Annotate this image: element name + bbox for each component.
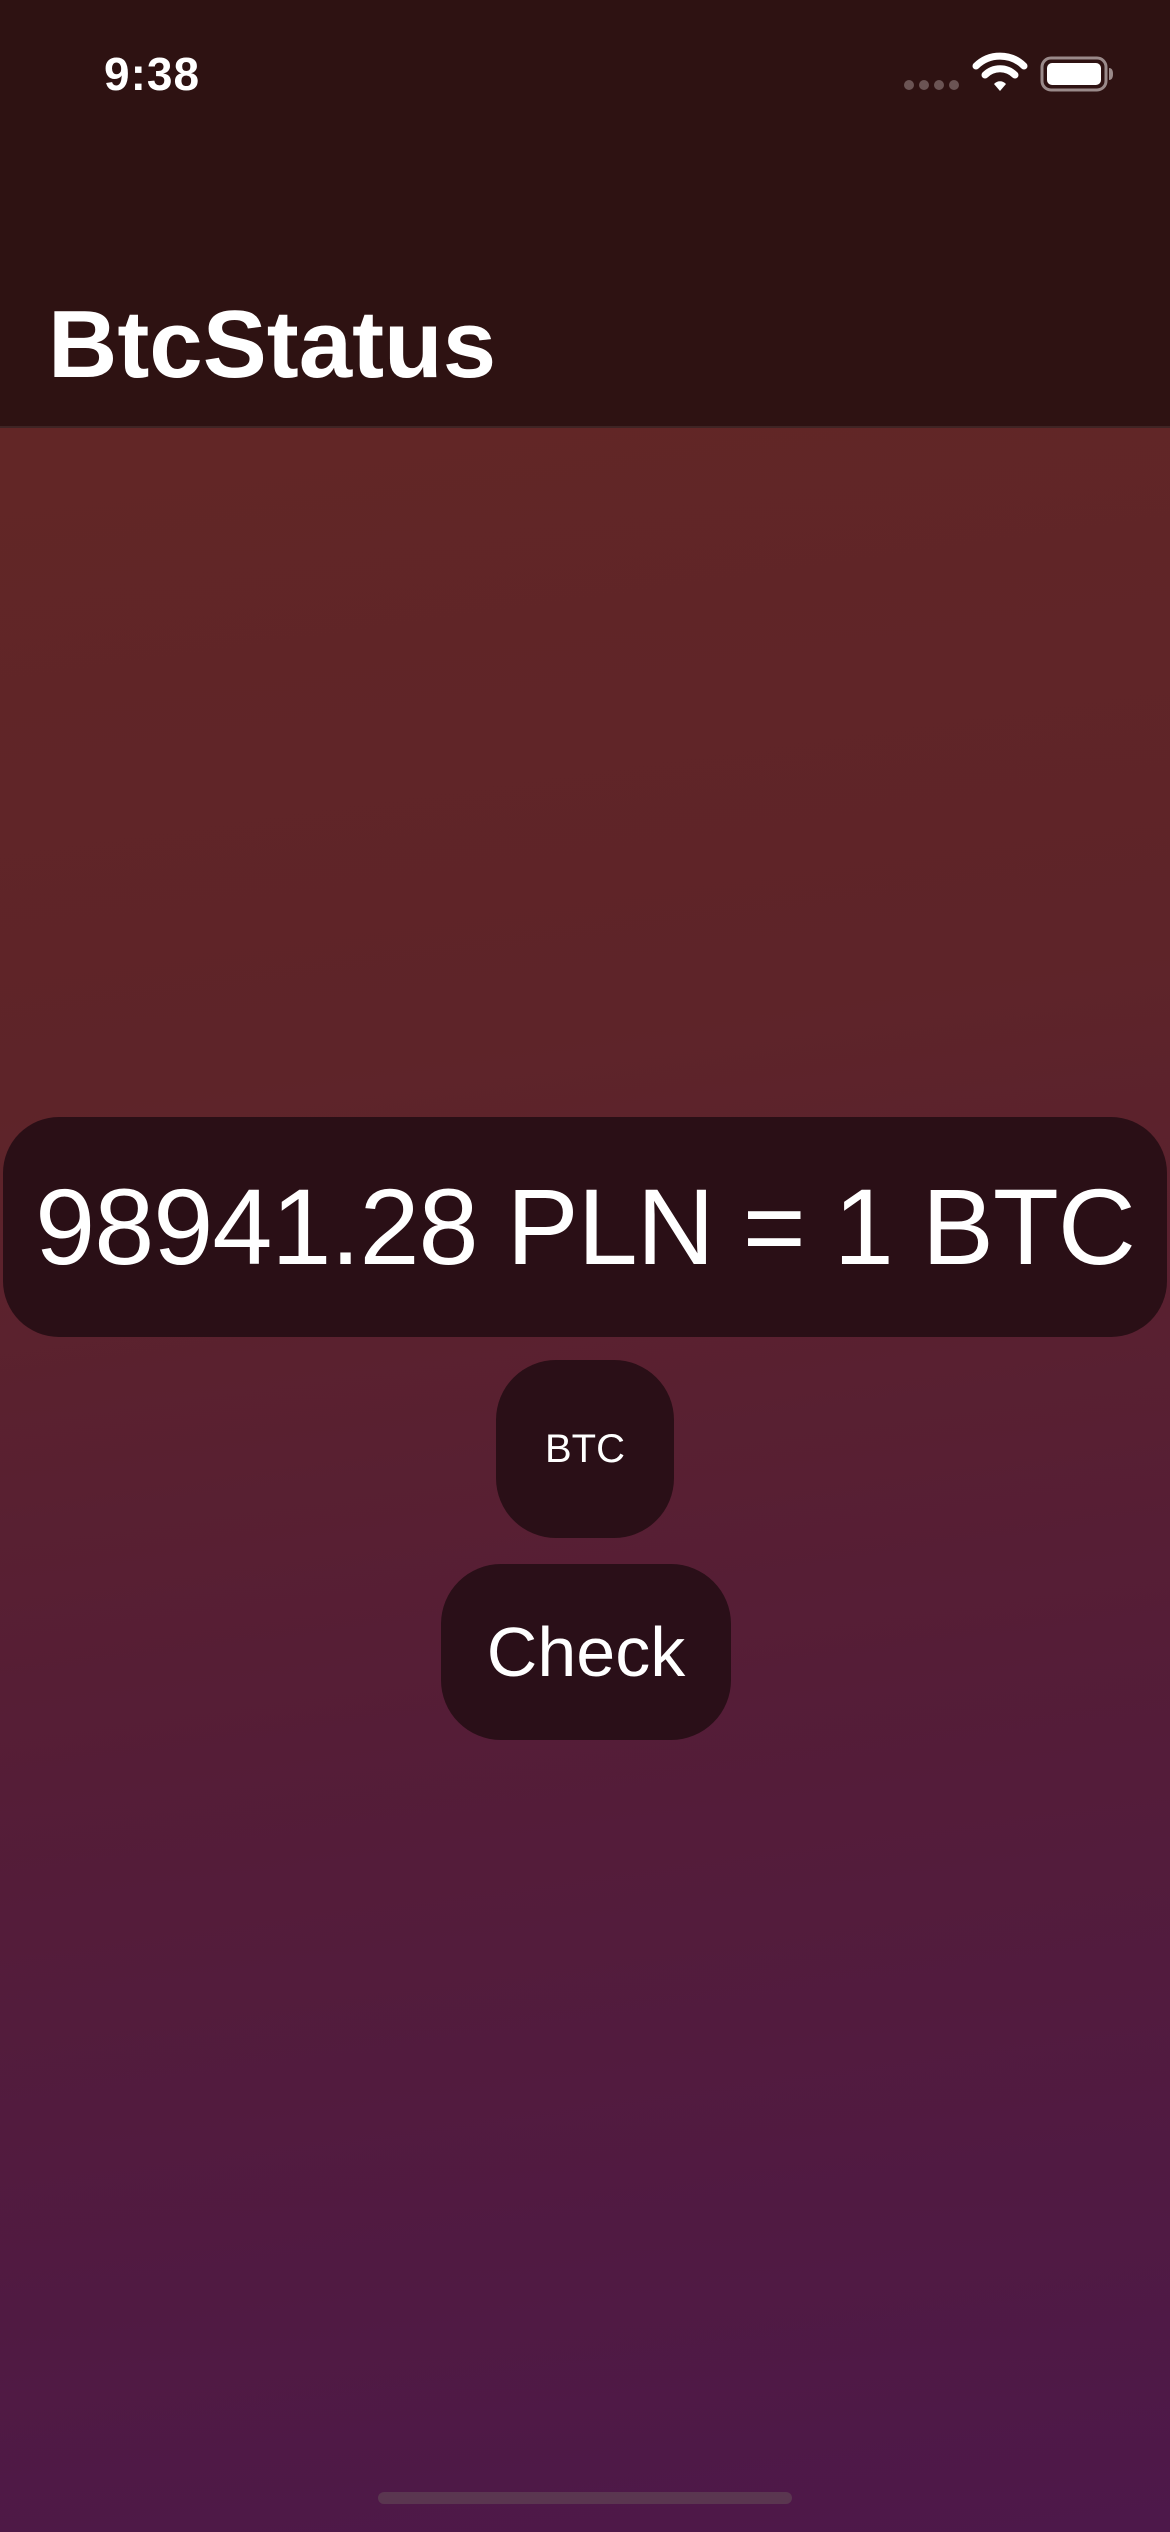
signal-dots-icon xyxy=(904,80,960,92)
status-bar: 9:38 xyxy=(0,0,1170,150)
battery-icon xyxy=(1040,56,1113,92)
main-content: 98941.28 PLN = 1 BTC BTC Check xyxy=(0,428,1170,2532)
home-indicator[interactable] xyxy=(378,2492,792,2504)
navigation-bar: BtcStatus xyxy=(0,150,1170,428)
status-time: 9:38 xyxy=(104,48,201,100)
wifi-icon xyxy=(972,52,1028,91)
exchange-rate-display: 98941.28 PLN = 1 BTC xyxy=(3,1117,1167,1337)
app-screen: 9:38 BtcStatus 98941.28 PLN = 1 BTC BTC … xyxy=(0,0,1170,2532)
page-title: BtcStatus xyxy=(48,291,497,398)
exchange-rate-text: 98941.28 PLN = 1 BTC xyxy=(35,1166,1136,1287)
currency-button[interactable]: BTC xyxy=(496,1360,674,1538)
check-button[interactable]: Check xyxy=(441,1564,731,1740)
